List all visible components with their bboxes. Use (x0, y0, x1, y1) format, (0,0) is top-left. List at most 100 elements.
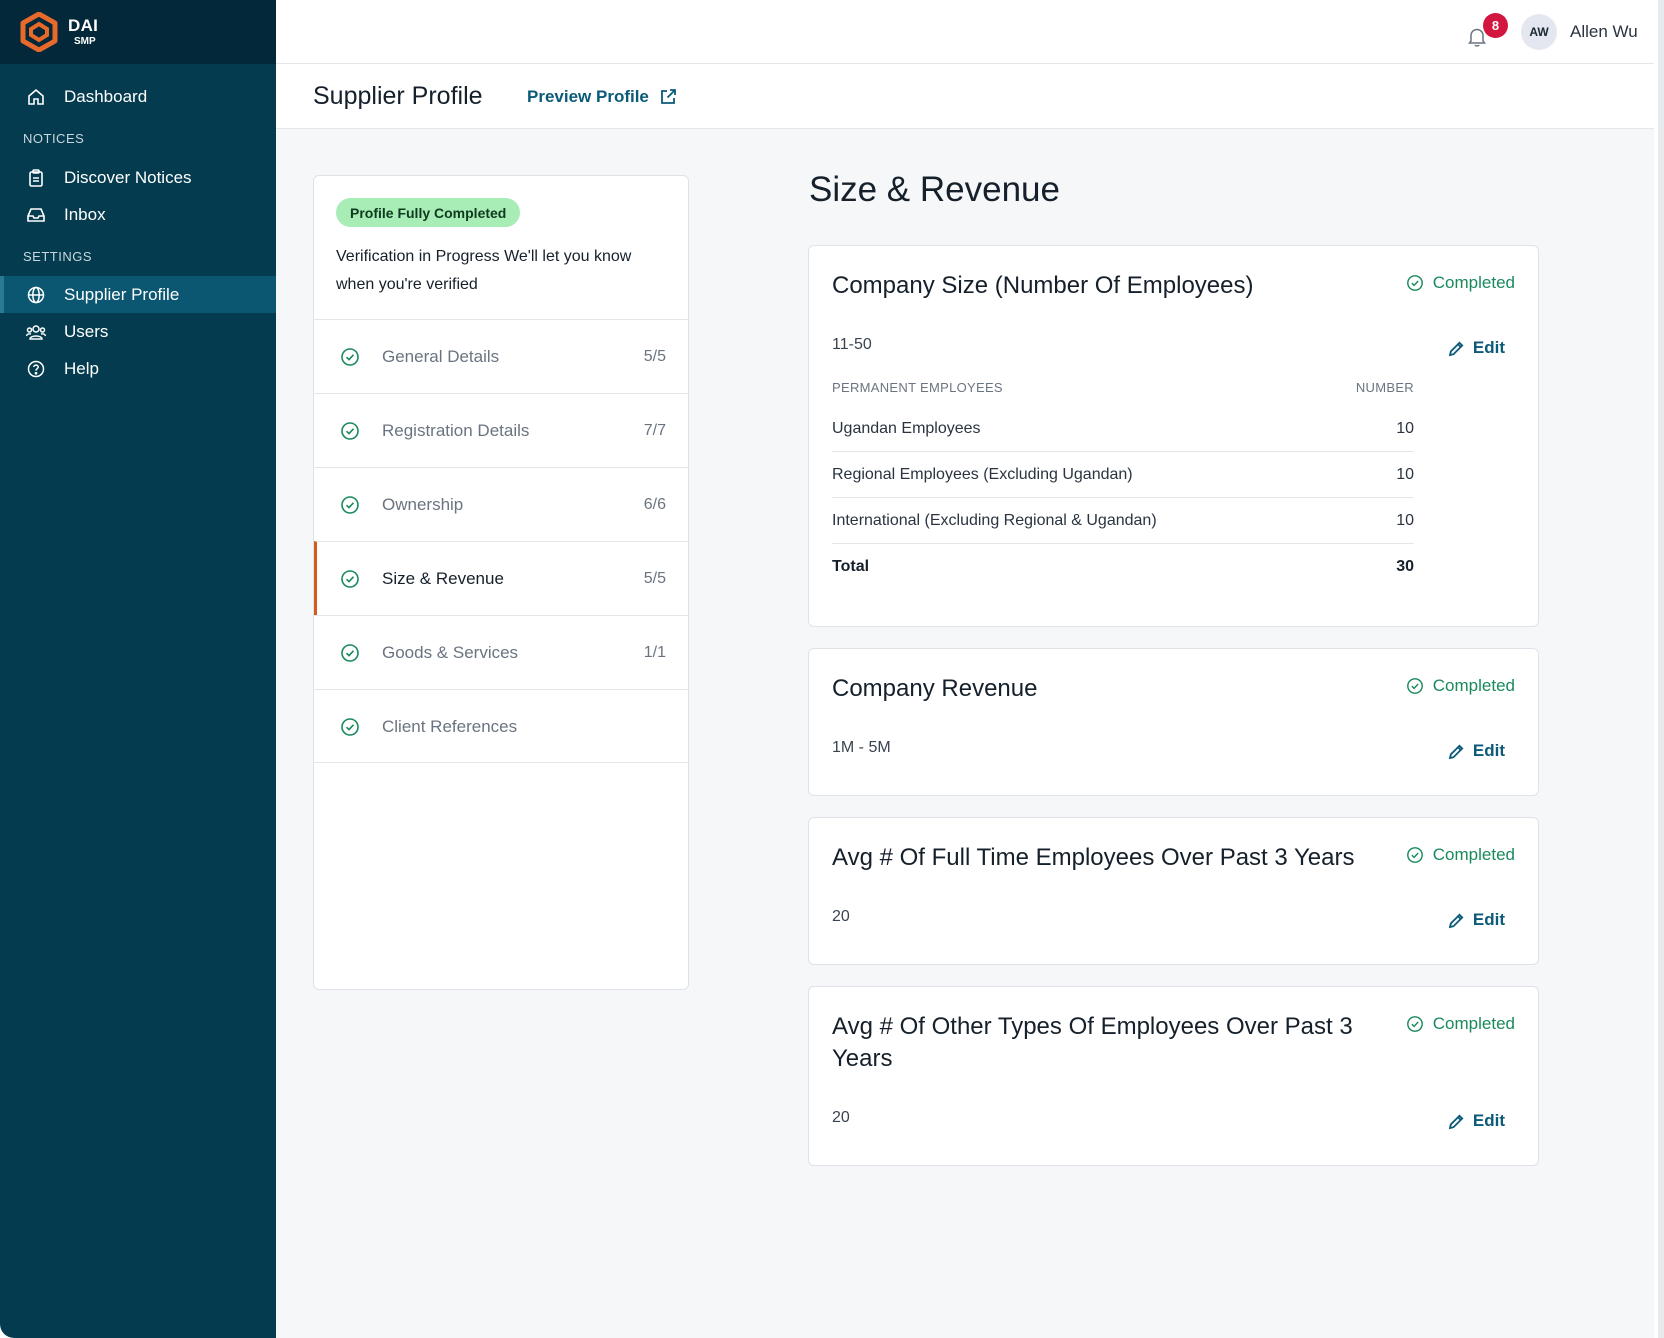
avg-other-card: Avg # Of Other Types Of Employees Over P… (808, 986, 1539, 1166)
edit-button[interactable]: Edit (1448, 1111, 1505, 1131)
scrollbar[interactable] (1658, 0, 1664, 1338)
notices-section-label: NOTICES (23, 131, 85, 146)
section-label: General Details (382, 346, 500, 366)
pencil-icon (1448, 744, 1464, 759)
nav-discover-notices[interactable]: Discover Notices (0, 159, 276, 196)
nav-inbox-label: Inbox (64, 204, 106, 224)
brand[interactable]: DAI SMP (0, 0, 276, 64)
help-circle-icon (26, 359, 46, 379)
avatar[interactable]: AW (1521, 14, 1557, 50)
nav-users-label: Users (64, 321, 109, 341)
nav-dashboard[interactable]: Dashboard (0, 78, 276, 115)
edit-label: Edit (1472, 741, 1505, 760)
status-completed: Completed (1406, 845, 1515, 865)
brand-name: DAI (68, 16, 99, 35)
section-goods-services[interactable]: Goods & Services 1/1 (314, 615, 688, 689)
section-count: 1/1 (643, 643, 666, 661)
nav-supplier-profile-label: Supplier Profile (64, 284, 180, 304)
row-label: Ugandan Employees (832, 419, 981, 437)
nav-inbox[interactable]: Inbox (0, 196, 276, 233)
nav-supplier-profile[interactable]: Supplier Profile (0, 276, 276, 313)
row-value: 10 (1396, 465, 1414, 483)
card-title: Company Size (Number Of Employees) (832, 272, 1254, 299)
status-label: Completed (1432, 273, 1515, 292)
section-ownership[interactable]: Ownership 6/6 (314, 467, 688, 541)
status-completed: Completed (1406, 676, 1515, 696)
status-completed: Completed (1406, 1014, 1515, 1034)
section-count: 6/6 (643, 495, 666, 513)
sidebar: DAI SMP Dashboard NOTICES Discover Notic… (0, 0, 276, 1338)
check-circle-icon (341, 495, 359, 514)
check-circle-icon (1406, 1016, 1423, 1032)
users-icon (26, 322, 46, 342)
pencil-icon (1448, 1114, 1464, 1129)
check-circle-icon (1406, 678, 1423, 694)
section-registration-details[interactable]: Registration Details 7/7 (314, 393, 688, 467)
home-icon (26, 87, 46, 107)
company-revenue-card: Company Revenue Completed 1M - 5M Edit (808, 648, 1539, 796)
card-value: 11-50 (832, 336, 872, 353)
section-label: Size & Revenue (382, 568, 504, 588)
status-label: Completed (1432, 845, 1515, 864)
dai-logo-icon (20, 12, 58, 52)
clipboard-icon (26, 168, 46, 188)
settings-section-label: SETTINGS (23, 249, 93, 264)
row-label: Regional Employees (Excluding Ugandan) (832, 465, 1133, 483)
status-label: Completed (1432, 676, 1515, 695)
progress-panel: Profile Fully Completed Verification in … (313, 175, 689, 990)
preview-profile-label: Preview Profile (527, 87, 649, 106)
nav-help[interactable]: Help (0, 350, 276, 387)
edit-button[interactable]: Edit (1448, 338, 1505, 358)
card-value: 1M - 5M (832, 739, 891, 756)
row-value: 10 (1396, 419, 1414, 437)
card-title: Company Revenue (832, 675, 1038, 702)
status-completed: Completed (1406, 273, 1515, 293)
top-bar: 8 AW Allen Wu (276, 0, 1654, 64)
section-count: 5/5 (643, 347, 666, 365)
card-value: 20 (832, 908, 850, 925)
page-title: Supplier Profile (313, 82, 483, 110)
section-label: Registration Details (382, 420, 530, 440)
inbox-icon (26, 205, 46, 225)
edit-label: Edit (1472, 1111, 1505, 1130)
nav-discover-notices-label: Discover Notices (64, 167, 192, 187)
section-label: Ownership (382, 494, 464, 514)
preview-profile-link[interactable]: Preview Profile (527, 87, 677, 107)
section-general-details[interactable]: General Details 5/5 (314, 319, 688, 393)
page-header: Supplier Profile Preview Profile (276, 64, 1654, 129)
edit-button[interactable]: Edit (1448, 910, 1505, 930)
table-row: International (Excluding Regional & Ugan… (832, 498, 1414, 544)
nav-help-label: Help (64, 358, 99, 378)
pencil-icon (1448, 341, 1464, 356)
user-name[interactable]: Allen Wu (1570, 22, 1638, 42)
check-circle-icon (341, 643, 359, 662)
check-circle-icon (341, 421, 359, 440)
card-title: Avg # Of Full Time Employees Over Past 3… (832, 844, 1355, 871)
nav-users[interactable]: Users (0, 313, 276, 350)
row-label: International (Excluding Regional & Ugan… (832, 511, 1157, 529)
section-label: Client References (382, 716, 518, 736)
divider (314, 762, 688, 763)
card-value: 20 (832, 1109, 850, 1126)
verification-text: Verification in Progress We'll let you k… (336, 248, 632, 293)
check-circle-icon (1406, 847, 1423, 863)
profile-status-pill: Profile Fully Completed (336, 198, 521, 227)
section-client-references[interactable]: Client References (314, 689, 688, 763)
table-row: Ugandan Employees 10 (832, 406, 1414, 452)
check-circle-icon (1406, 275, 1423, 291)
notification-badge: 8 (1483, 13, 1508, 38)
section-size-revenue[interactable]: Size & Revenue 5/5 (314, 541, 688, 615)
section-label: Goods & Services (382, 642, 519, 662)
table-header-left: PERMANENT EMPLOYEES (832, 380, 1003, 395)
card-title: Avg # Of Other Types Of Employees Over P… (832, 1013, 1353, 1072)
table-header-right: NUMBER (1355, 380, 1414, 395)
table-header: PERMANENT EMPLOYEES NUMBER (832, 380, 1414, 406)
avg-full-time-card: Avg # Of Full Time Employees Over Past 3… (808, 817, 1539, 965)
brand-sub: SMP (74, 36, 96, 47)
nav-dashboard-label: Dashboard (64, 86, 148, 106)
total-label: Total (832, 558, 870, 575)
check-circle-icon (341, 717, 359, 736)
edit-label: Edit (1472, 910, 1505, 929)
pencil-icon (1448, 913, 1464, 928)
edit-button[interactable]: Edit (1448, 741, 1505, 761)
